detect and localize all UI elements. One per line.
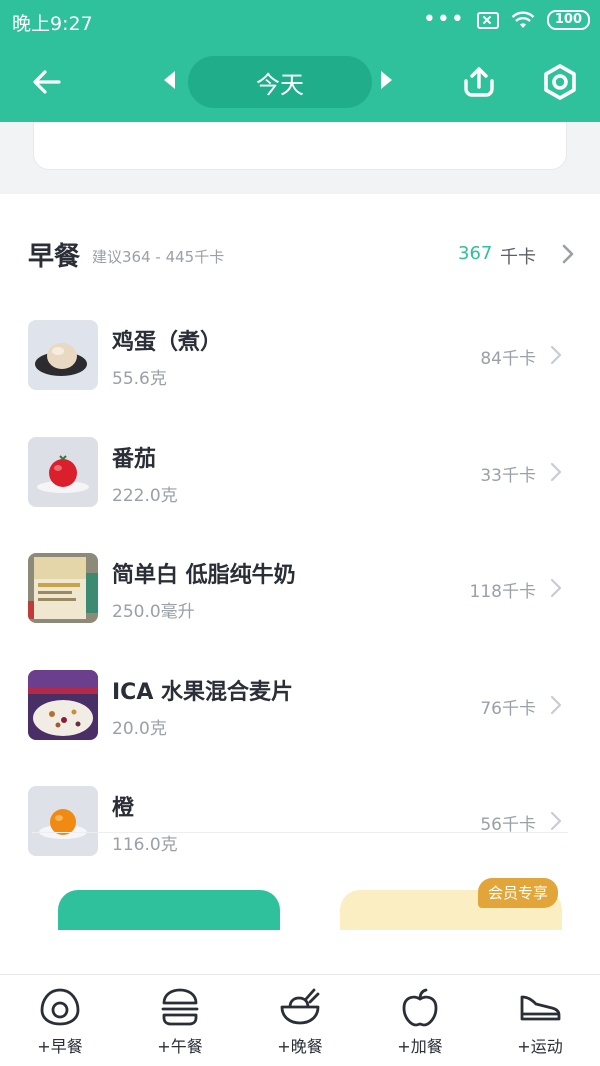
status-time: 晚上9:27	[12, 13, 93, 35]
food-name: ICA 水果混合麦片	[112, 680, 294, 705]
settings-button[interactable]	[534, 58, 586, 106]
no-sim-icon	[476, 11, 499, 29]
chevron-right-icon	[550, 578, 562, 598]
back-button[interactable]	[22, 60, 72, 104]
next-day-button[interactable]	[381, 71, 392, 89]
date-selector[interactable]: 今天	[188, 56, 372, 108]
gear-icon	[544, 64, 576, 100]
chevron-right-icon	[550, 462, 562, 482]
nav-label: +晚餐	[277, 1037, 323, 1056]
chevron-right-icon	[550, 695, 562, 715]
food-name: 鸡蛋（煮）	[112, 330, 223, 355]
meal-total-kcal: 367	[458, 243, 493, 264]
food-kcal: 118千卡	[469, 582, 536, 602]
bottom-nav: +早餐 +午餐 +晚餐 +加餐 +运动	[0, 974, 600, 1066]
status-icons: ••• 100	[422, 7, 590, 32]
summary-card	[33, 122, 567, 170]
food-item[interactable]: 简单白 低脂纯牛奶 250.0毫升 118千卡	[0, 543, 600, 639]
section-divider	[32, 832, 568, 833]
share-button[interactable]	[455, 58, 503, 106]
food-name: 橙	[112, 796, 135, 821]
chevron-right-icon	[550, 811, 562, 831]
chevron-right-icon	[550, 345, 562, 365]
meal-header[interactable]: 早餐 建议364 - 445千卡 367 千卡	[28, 232, 578, 276]
add-exercise-button[interactable]: +运动	[480, 975, 600, 1066]
food-item[interactable]: 橙 116.0克 56千卡	[0, 776, 600, 872]
nav-label: +运动	[517, 1037, 563, 1056]
food-kcal: 76千卡	[480, 699, 536, 719]
food-item[interactable]: ICA 水果混合麦片 20.0克 76千卡	[0, 660, 600, 756]
apple-icon	[402, 988, 438, 1027]
food-quantity: 222.0克	[112, 486, 178, 506]
date-label: 今天	[256, 70, 304, 99]
nav-label: +加餐	[397, 1037, 443, 1056]
shoe-icon	[520, 995, 561, 1021]
promo-card-left[interactable]	[58, 890, 280, 930]
food-kcal: 84千卡	[480, 349, 536, 369]
food-thumbnail-orange	[28, 786, 98, 856]
food-item[interactable]: 鸡蛋（煮） 55.6克 84千卡	[0, 310, 600, 406]
food-name: 番茄	[112, 447, 157, 472]
meal-kcal-unit: 千卡	[500, 247, 536, 268]
food-thumbnail-egg	[28, 320, 98, 390]
food-item[interactable]: 番茄 222.0克 33千卡	[0, 427, 600, 523]
chevron-right-icon	[562, 244, 574, 264]
food-thumbnail-cereal	[28, 670, 98, 740]
add-lunch-button[interactable]: +午餐	[120, 975, 240, 1066]
add-snack-button[interactable]: +加餐	[360, 975, 480, 1066]
food-thumbnail-milk	[28, 553, 98, 623]
nav-label: +午餐	[157, 1037, 203, 1056]
wifi-icon	[511, 11, 535, 28]
add-breakfast-button[interactable]: +早餐	[0, 975, 120, 1066]
food-quantity: 116.0克	[112, 835, 178, 855]
bowl-icon	[280, 988, 320, 1025]
arrow-left-icon	[33, 70, 61, 94]
egg-icon	[40, 988, 80, 1026]
burger-icon	[161, 988, 199, 1026]
food-kcal: 33千卡	[480, 466, 536, 486]
food-quantity: 20.0克	[112, 719, 167, 739]
food-quantity: 250.0毫升	[112, 602, 195, 622]
prev-day-button[interactable]	[164, 71, 175, 89]
battery-indicator: 100	[546, 10, 590, 30]
status-bar: 晚上9:27 ••• 100	[0, 0, 600, 42]
nav-label: +早餐	[37, 1037, 83, 1056]
upload-icon	[464, 67, 494, 97]
more-dots-icon: •••	[422, 7, 465, 32]
meal-suggestion: 建议364 - 445千卡	[92, 248, 225, 266]
meal-title: 早餐	[28, 242, 81, 272]
food-quantity: 55.6克	[112, 369, 167, 389]
food-name: 简单白 低脂纯牛奶	[112, 563, 296, 588]
breakfast-section: 早餐 建议364 - 445千卡 367 千卡 鸡蛋（煮） 55.6克 84千卡	[0, 194, 600, 974]
add-dinner-button[interactable]: +晚餐	[240, 975, 360, 1066]
app-toolbar: 今天	[0, 42, 600, 122]
vip-badge: 会员专享	[478, 878, 559, 908]
diary-content: 早餐 建议364 - 445千卡 367 千卡 鸡蛋（煮） 55.6克 84千卡	[0, 122, 600, 974]
food-thumbnail-tomato	[28, 437, 98, 507]
